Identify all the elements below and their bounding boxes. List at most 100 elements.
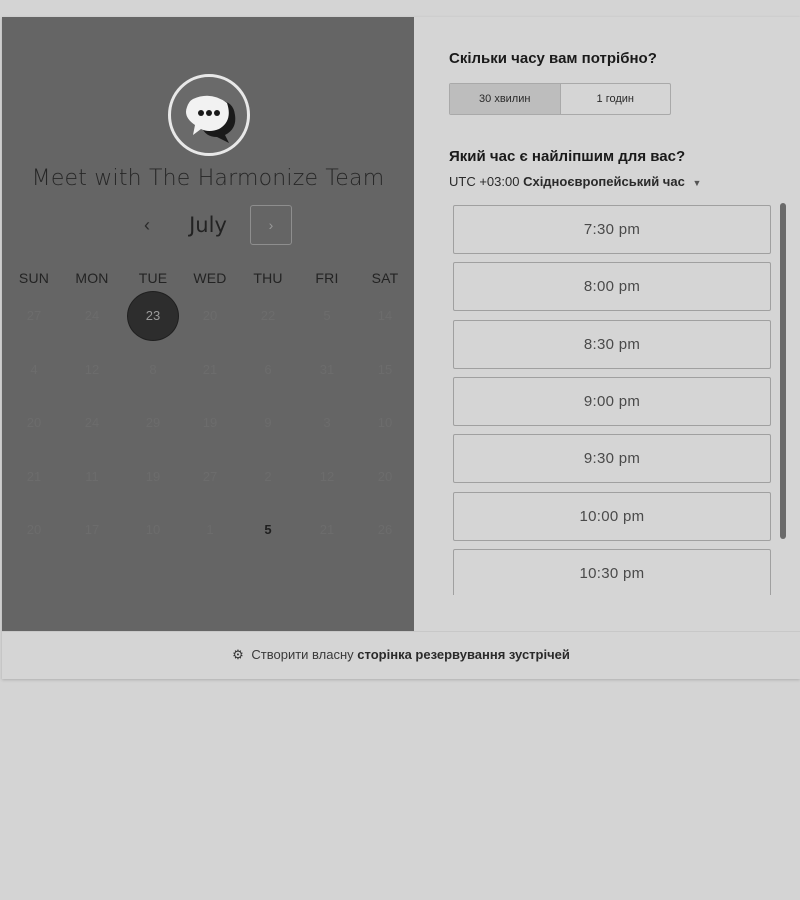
time-slot-button[interactable]: 8:30 pm [453, 319, 771, 369]
chat-bubble-icon [186, 95, 236, 143]
day-number: 26 [377, 522, 393, 537]
meeting-booking-card: Meet with The Harmonize Team ‹ July › SU… [2, 17, 800, 679]
slot-list-scrollbar[interactable] [780, 203, 786, 539]
calendar-day: 2 [239, 452, 297, 502]
calendar-day: 20 [5, 505, 63, 555]
calendar-day: 15 [356, 345, 414, 395]
calendar-day: 21 [298, 505, 356, 555]
duration-option-30min[interactable]: 30 хвилин [450, 84, 561, 114]
footer-prefix: Створити власну [251, 647, 354, 662]
calendar-day: 20 [5, 398, 63, 448]
day-number: 3 [323, 415, 331, 430]
weekday-label: SUN [18, 270, 50, 286]
day-number: 12 [319, 468, 335, 484]
day-number: 20 [26, 522, 42, 537]
day-number: 31 [319, 361, 335, 377]
calendar-day: 19 [181, 398, 239, 448]
day-number: 17 [84, 522, 100, 537]
calendar-day: 12 [298, 452, 356, 502]
time-slot-button[interactable]: 10:00 pm [453, 491, 771, 541]
day-number: 10 [377, 415, 393, 430]
calendar-day: 27 [5, 291, 63, 341]
day-number: 8 [149, 361, 157, 377]
day-number: 19 [202, 415, 218, 430]
calendar-day: 1 [181, 505, 239, 555]
calendar-panel: Meet with The Harmonize Team ‹ July › SU… [2, 17, 414, 631]
calendar-day: 10 [356, 398, 414, 448]
weekday-header: SUN MON TUE WED THU FRI SAT [5, 270, 414, 290]
day-number: 24 [84, 308, 100, 323]
time-slot-button[interactable]: 9:30 pm [453, 434, 771, 484]
weekday-label: WED [193, 270, 227, 286]
timezone-name: Східноєвропейський час [523, 174, 685, 189]
calendar-day: 27 [181, 452, 239, 502]
day-number: 5 [323, 308, 331, 323]
meeting-title: Meet with The Harmonize Team [31, 166, 385, 191]
day-number: 23 [145, 308, 161, 323]
calendar-day: 5 [298, 291, 356, 341]
weekday-label: FRI [315, 270, 339, 286]
calendar-day: 4 [5, 345, 63, 395]
day-number: 6 [264, 361, 272, 377]
day-number: 21 [319, 522, 335, 537]
day-number: 19 [145, 468, 161, 484]
day-number: 22 [260, 308, 276, 323]
calendar-day: 6 [239, 345, 297, 395]
day-number: 2 [264, 468, 272, 484]
month-navigation: ‹ July › [2, 205, 414, 245]
footer-link[interactable]: сторінка резервування зустрічей [357, 647, 570, 662]
timezone-offset: UTC +03:00 [449, 174, 520, 189]
day-number: 4 [30, 361, 38, 377]
day-number: 14 [377, 308, 393, 323]
weekday-label: TUE [138, 270, 168, 286]
time-slot-list: 7:30 pm 8:00 pm 8:30 pm 9:00 pm 9:30 pm 10:00… [449, 205, 777, 595]
calendar-day: 20 [181, 291, 239, 341]
day-number: 9 [264, 415, 272, 430]
day-number: 24 [84, 415, 100, 430]
time-question: Який час є найліпшим для вас? [449, 148, 686, 165]
day-number: 12 [84, 361, 100, 377]
calendar-day: 14 [356, 291, 414, 341]
calendar-day: 17 [63, 505, 121, 555]
calendar-day: 12 [63, 345, 121, 395]
day-number: 21 [202, 361, 218, 377]
calendar-day[interactable]: 23 [124, 291, 182, 341]
booking-options-panel: Скільки часу вам потрібно? 30 хвилин 1 г… [414, 17, 800, 631]
weekday-label: SAT [371, 270, 399, 286]
weekday-label: THU [253, 270, 283, 286]
caret-down-icon: ▼ [692, 177, 702, 188]
day-number: 11 [85, 468, 99, 484]
calendar-day: 10 [124, 505, 182, 555]
time-slot-button[interactable]: 10:30 pm [453, 548, 771, 595]
calendar-day: 24 [63, 398, 121, 448]
duration-toggle: 30 хвилин 1 годин [449, 83, 671, 115]
calendar-day: 20 [356, 452, 414, 502]
duration-question: Скільки часу вам потрібно? [449, 50, 657, 67]
day-number: 29 [145, 415, 161, 430]
duration-option-1h[interactable]: 1 годин [561, 84, 671, 114]
calendar-day: 11 [63, 452, 121, 502]
calendar-day: 8 [124, 345, 182, 395]
day-number: 5 [264, 522, 272, 537]
calendar-day[interactable]: 5 [239, 505, 297, 555]
day-number: 21 [26, 468, 42, 484]
day-number: 27 [26, 308, 42, 323]
time-slot-button[interactable]: 9:00 pm [453, 376, 771, 426]
footer-branding[interactable]: ⚙ Створити власну сторінка резервування … [2, 631, 800, 679]
calendar-day: 19 [124, 452, 182, 502]
prev-month-button[interactable]: ‹ [133, 211, 161, 239]
team-avatar [168, 74, 250, 156]
day-number: 20 [26, 415, 42, 430]
timezone-selector[interactable]: UTC +03:00 Східноєвропейський час ▼ [449, 174, 701, 189]
calendar-day: 29 [124, 398, 182, 448]
time-slot-button[interactable]: 7:30 pm [453, 205, 771, 254]
day-number: 20 [377, 468, 393, 484]
day-number: 27 [202, 468, 218, 484]
calendar-day: 3 [298, 398, 356, 448]
calendar-day: 21 [181, 345, 239, 395]
next-month-button[interactable]: › [250, 205, 292, 245]
weekday-label: MON [75, 270, 109, 286]
calendar-day: 22 [239, 291, 297, 341]
month-label: July [189, 213, 227, 237]
time-slot-button[interactable]: 8:00 pm [453, 262, 771, 312]
